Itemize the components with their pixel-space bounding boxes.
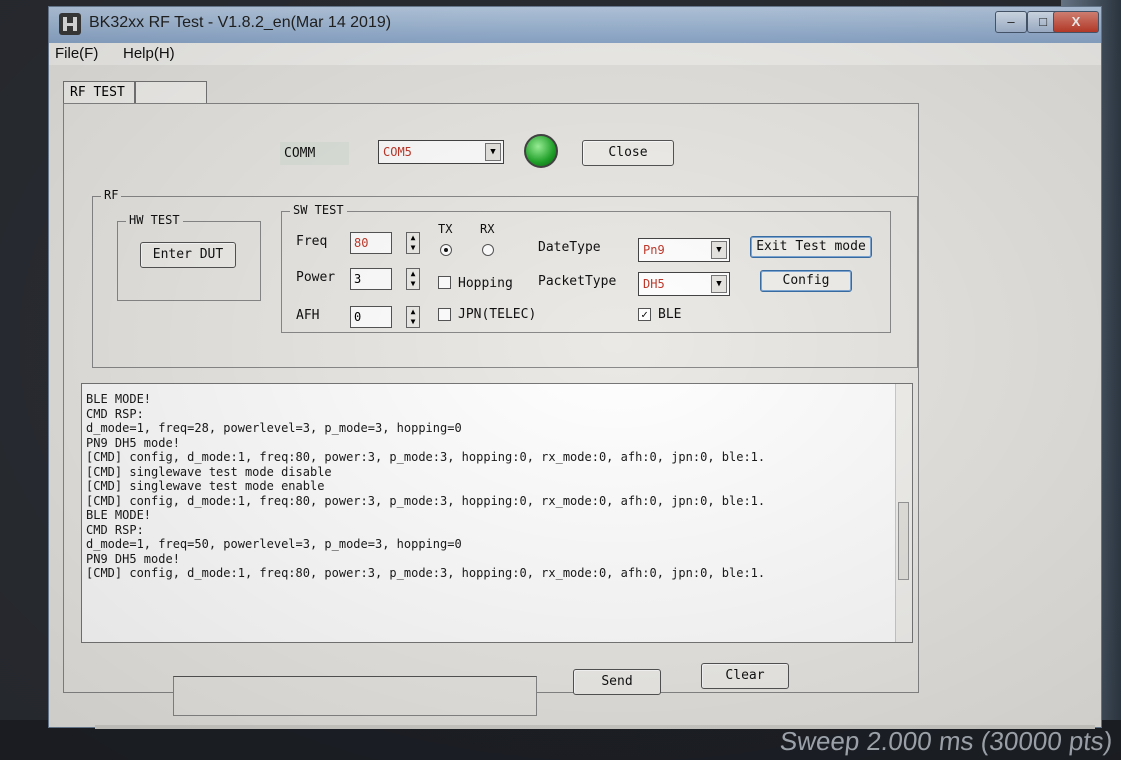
hw-test-label: HW TEST bbox=[126, 213, 183, 227]
config-button[interactable]: Config bbox=[760, 270, 852, 292]
hw-test-group: HW TEST Enter DUT bbox=[117, 213, 261, 301]
comm-label: COMM bbox=[280, 142, 350, 165]
comm-port-value: COM5 bbox=[383, 145, 412, 159]
title-bar[interactable]: BK32xx RF Test - V1.8.2_en(Mar 14 2019) … bbox=[49, 7, 1101, 43]
jpn-telec-label: JPN(TELEC) bbox=[458, 307, 537, 322]
minimize-button[interactable]: – bbox=[995, 11, 1027, 33]
send-button[interactable]: Send bbox=[573, 669, 661, 695]
log-output[interactable]: BLE MODE! CMD RSP: d_mode=1, freq=28, po… bbox=[81, 383, 913, 643]
log-line: BLE MODE! bbox=[86, 392, 152, 406]
scroll-thumb[interactable] bbox=[898, 502, 909, 580]
afh-spinner[interactable]: ▲ ▼ bbox=[406, 306, 420, 328]
power-spinner[interactable]: ▲ ▼ bbox=[406, 268, 420, 290]
power-input[interactable]: 3 bbox=[350, 268, 392, 290]
packettype-value: DH5 bbox=[643, 277, 665, 291]
log-line: PN9 DH5 mode! bbox=[86, 435, 180, 450]
sw-test-label: SW TEST bbox=[290, 203, 347, 217]
tab-second[interactable] bbox=[135, 81, 207, 103]
datetype-label: DateType bbox=[538, 240, 601, 255]
log-line: CMD RSP: bbox=[86, 406, 144, 421]
tx-radio[interactable] bbox=[440, 244, 452, 256]
background-sweep-text: Sweep 2.000 ms (30000 pts) bbox=[778, 726, 1115, 756]
chevron-down-icon: ▼ bbox=[485, 143, 501, 161]
tx-label: TX bbox=[438, 222, 453, 236]
chevron-down-icon: ▼ bbox=[711, 241, 727, 259]
packettype-select[interactable]: DH5 ▼ bbox=[638, 272, 730, 296]
packettype-label: PacketType bbox=[538, 274, 617, 289]
log-line: [CMD] config, d_mode:1, freq:80, power:3… bbox=[86, 566, 766, 580]
afh-label: AFH bbox=[296, 308, 320, 323]
jpn-telec-checkbox[interactable] bbox=[438, 308, 451, 321]
send-input[interactable] bbox=[173, 676, 537, 716]
menu-file[interactable]: File(F) bbox=[55, 45, 98, 62]
sw-test-group: SW TEST Freq 80 ▲ ▼ Power 3 ▲ ▼ AFH 0 ▲ ▼ T… bbox=[281, 203, 891, 333]
log-line: [CMD] config, d_mode:1, freq:80, power:3… bbox=[86, 493, 766, 508]
chevron-down-icon: ▼ bbox=[711, 275, 727, 293]
close-port-button[interactable]: Close bbox=[582, 140, 674, 166]
menu-bar: File(F) Help(H) bbox=[49, 43, 1101, 65]
log-line: [CMD] singlewave test mode disable bbox=[86, 464, 332, 479]
window-title: BK32xx RF Test - V1.8.2_en(Mar 14 2019) bbox=[89, 14, 392, 31]
exit-test-mode-button[interactable]: Exit Test mode bbox=[750, 236, 872, 258]
log-line: PN9 DH5 mode! bbox=[86, 551, 180, 566]
freq-spinner[interactable]: ▲ ▼ bbox=[406, 232, 420, 254]
app-window: BK32xx RF Test - V1.8.2_en(Mar 14 2019) … bbox=[48, 6, 1102, 729]
connection-status-led bbox=[524, 134, 558, 168]
afh-input[interactable]: 0 bbox=[350, 306, 392, 328]
freq-input[interactable]: 80 bbox=[350, 232, 392, 254]
log-lines: BLE MODE! CMD RSP: d_mode=1, freq=28, po… bbox=[82, 384, 912, 581]
log-line: d_mode=1, freq=50, powerlevel=3, p_mode=… bbox=[86, 537, 462, 551]
enter-dut-button[interactable]: Enter DUT bbox=[140, 242, 236, 268]
close-window-button[interactable]: X bbox=[1053, 11, 1099, 33]
log-line: d_mode=1, freq=28, powerlevel=3, p_mode=… bbox=[86, 421, 462, 435]
datetype-value: Pn9 bbox=[643, 243, 665, 257]
rf-group: RF HW TEST Enter DUT SW TEST Freq 80 ▲ ▼ … bbox=[92, 188, 918, 368]
log-line: [CMD] config, d_mode:1, freq:80, power:3… bbox=[86, 450, 766, 464]
tab-rf-test[interactable]: RF TEST bbox=[63, 81, 135, 103]
ble-checkbox[interactable]: ✓ bbox=[638, 308, 651, 321]
freq-label: Freq bbox=[296, 234, 328, 249]
log-line: CMD RSP: bbox=[86, 522, 144, 537]
log-line: BLE MODE! bbox=[86, 508, 152, 522]
app-icon bbox=[59, 13, 81, 35]
log-line: [CMD] singlewave test mode enable bbox=[86, 479, 325, 493]
comm-port-select[interactable]: COM5 ▼ bbox=[378, 140, 504, 164]
rx-radio[interactable] bbox=[482, 244, 494, 256]
ble-label: BLE bbox=[658, 307, 682, 322]
power-label: Power bbox=[296, 270, 336, 285]
datetype-select[interactable]: Pn9 ▼ bbox=[638, 238, 730, 262]
menu-help[interactable]: Help(H) bbox=[123, 45, 175, 62]
clear-button[interactable]: Clear bbox=[701, 663, 789, 689]
rx-label: RX bbox=[480, 222, 495, 236]
hopping-label: Hopping bbox=[458, 276, 513, 291]
hopping-checkbox[interactable] bbox=[438, 276, 451, 289]
status-strip bbox=[95, 725, 1095, 729]
log-scrollbar[interactable] bbox=[895, 384, 912, 642]
rf-group-label: RF bbox=[101, 188, 122, 202]
